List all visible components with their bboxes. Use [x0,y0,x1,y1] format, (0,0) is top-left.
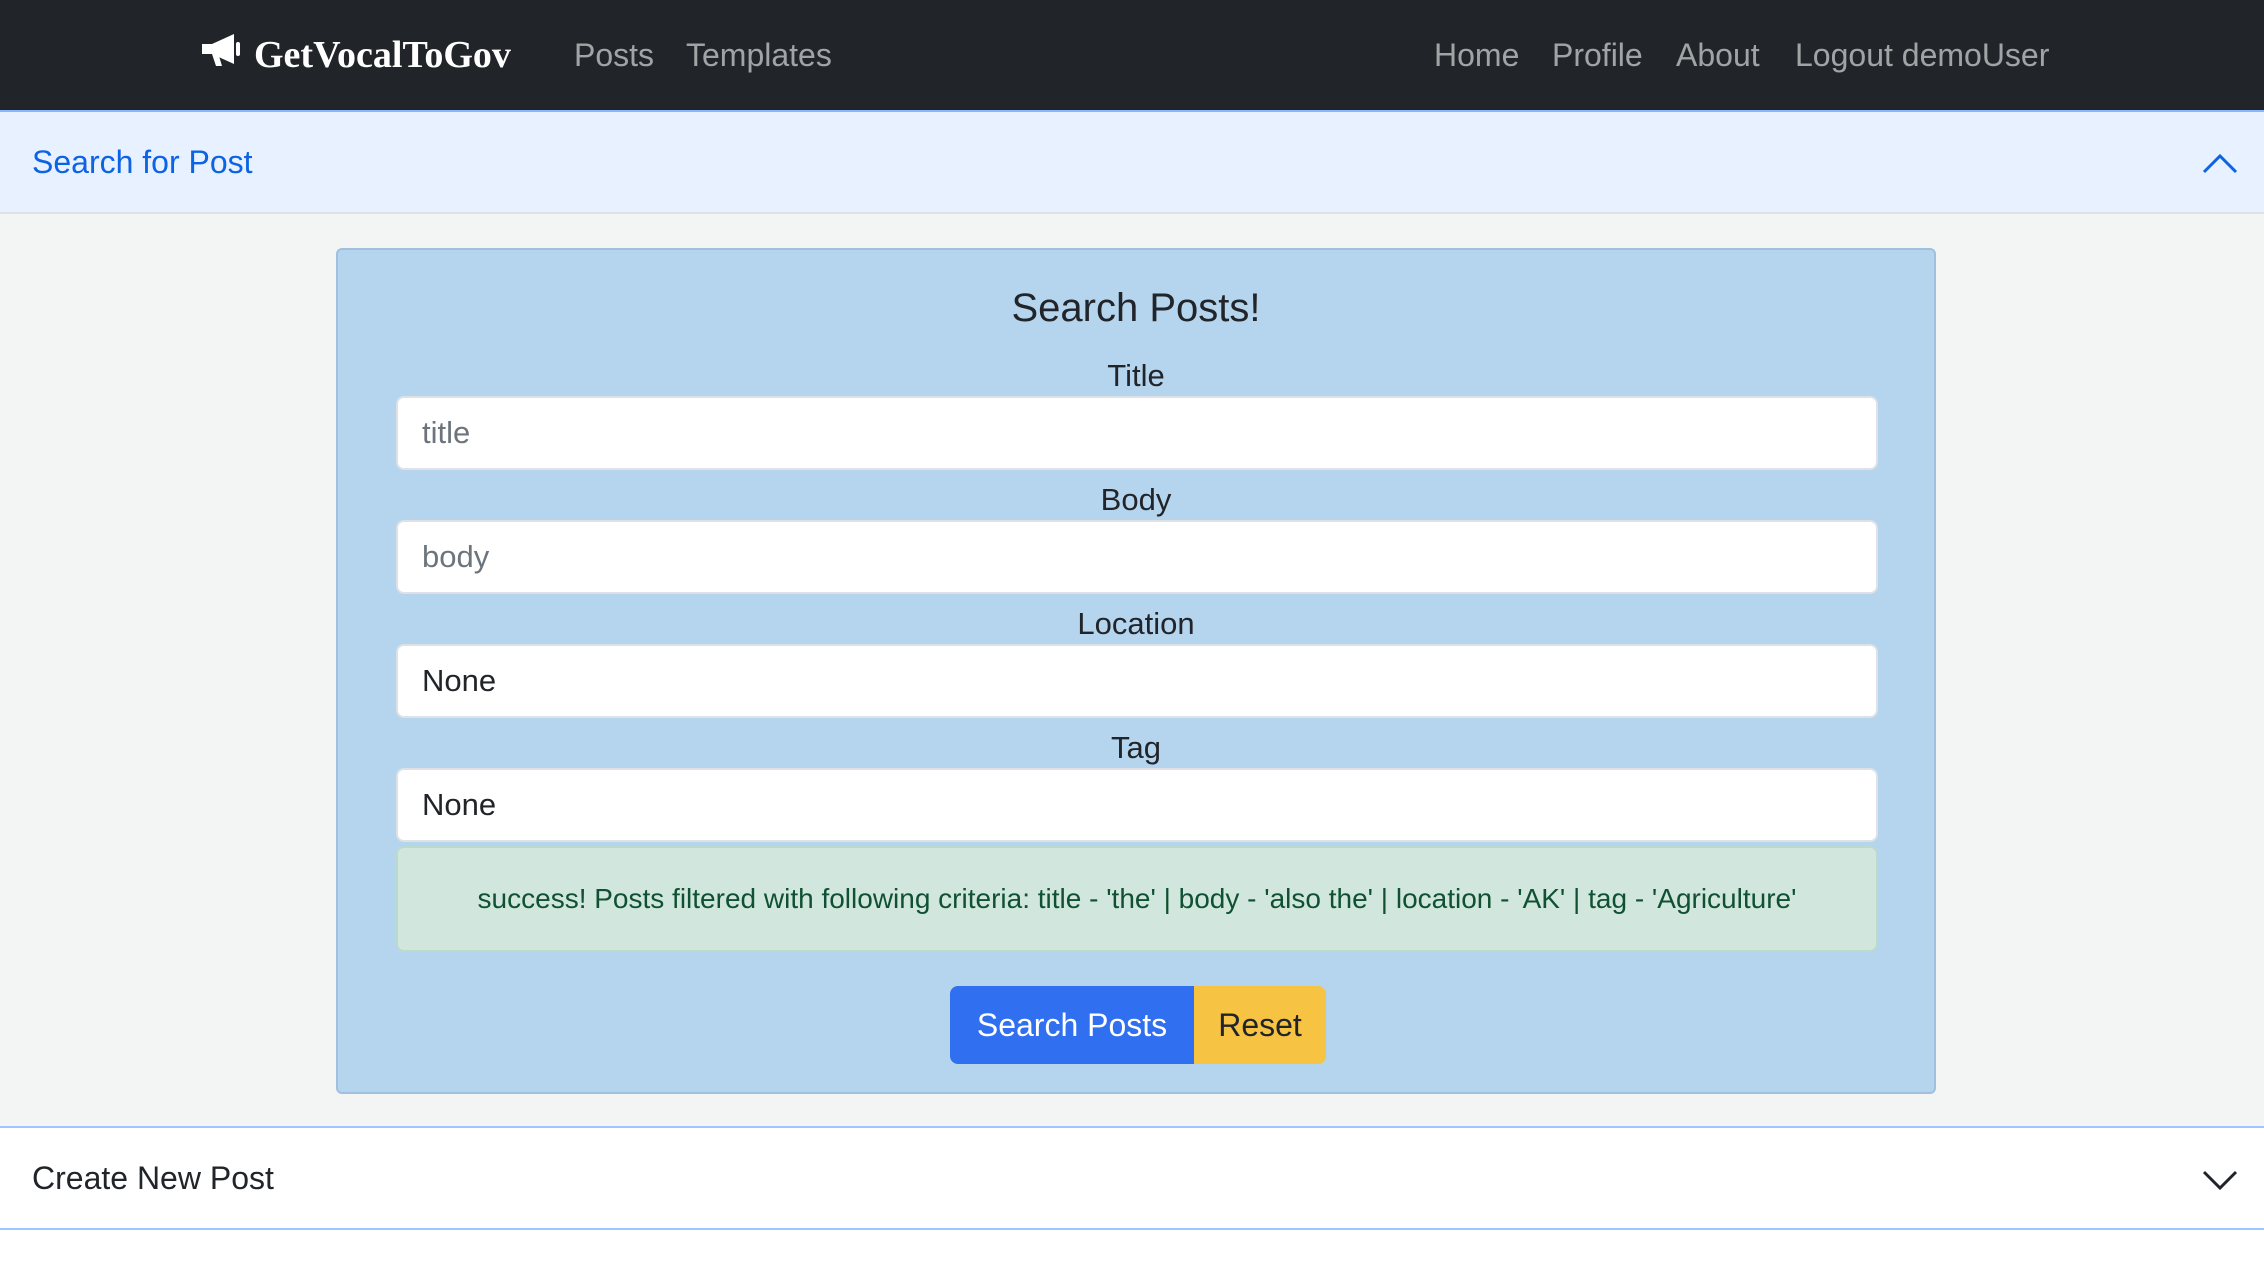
tag-select-value: None [422,787,497,822]
brand[interactable]: GetVocalToGov [198,0,511,110]
navbar: GetVocalToGov Posts Templates Home Profi… [0,0,2264,110]
location-label: Location [1077,606,1195,641]
brand-name: GetVocalToGov [254,34,511,76]
location-select[interactable]: None [396,644,1878,718]
chevron-up-icon [2202,146,2238,182]
search-posts-button[interactable]: Search Posts [950,986,1194,1064]
title-label: Title [1107,358,1165,393]
search-form-card: Search Posts! Title Body Location None T… [336,248,1936,1094]
location-select-value: None [422,663,497,698]
body-input[interactable] [396,520,1878,594]
nav-link-profile[interactable]: Profile [1552,0,1643,110]
nav-link-posts[interactable]: Posts [574,0,654,110]
megaphone-icon [198,30,254,80]
nav-link-home[interactable]: Home [1434,0,1519,110]
tag-select[interactable]: None [396,768,1878,842]
nav-link-about[interactable]: About [1676,0,1760,110]
accordion-search-header[interactable]: Search for Post [0,110,2264,214]
tag-label: Tag [1111,730,1161,765]
reset-button[interactable]: Reset [1194,986,1326,1064]
body-label: Body [1100,482,1172,517]
accordion-search-title: Search for Post [32,143,253,180]
nav-link-logout[interactable]: Logout demoUser [1795,0,2049,110]
accordion-create-header[interactable]: Create New Post [0,1126,2264,1230]
success-alert: success! Posts filtered with following c… [396,846,1878,952]
accordion-create-title: Create New Post [32,1159,274,1196]
accordion-search-body: Search Posts! Title Body Location None T… [0,214,2264,1126]
title-input[interactable] [396,396,1878,470]
success-alert-text: success! Posts filtered with following c… [477,883,1797,914]
search-form-heading: Search Posts! [1011,286,1261,330]
nav-link-templates[interactable]: Templates [686,0,832,110]
chevron-down-icon [2202,1162,2238,1198]
